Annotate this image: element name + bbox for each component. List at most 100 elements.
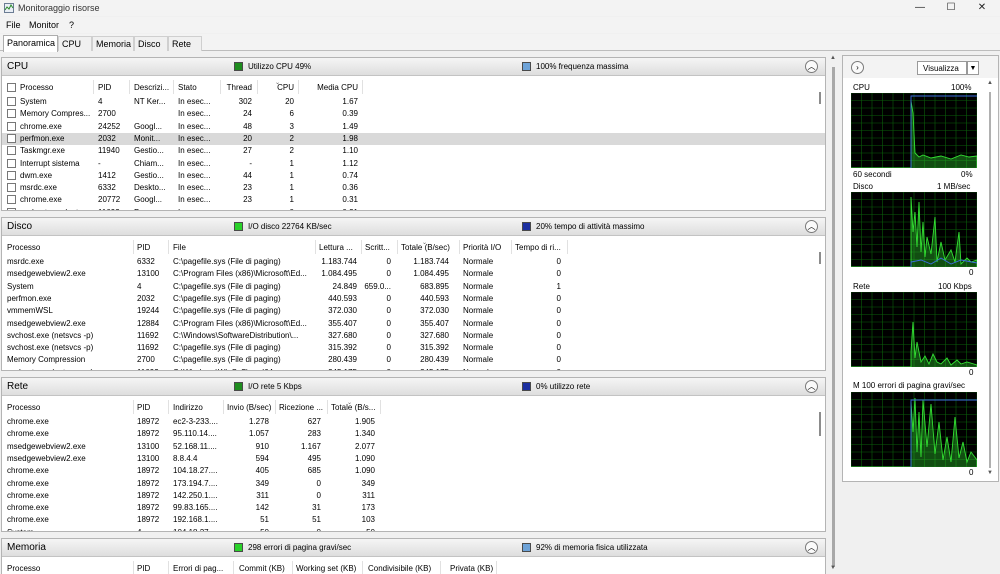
network-section-header[interactable]: Rete I/O rete 5 Kbps 0% utilizzo rete ︿	[2, 378, 825, 396]
network-row[interactable]: chrome.exe 18972 104.18.27.... 405 685 1.090	[2, 465, 825, 477]
row-checkbox[interactable]	[7, 195, 16, 205]
row-checkbox[interactable]	[7, 170, 16, 180]
network-row[interactable]: msedgewebview2.exe 13100 8.8.4.4 594 495 1.09…	[2, 453, 825, 465]
process-row[interactable]: Memory Compres... 2700 In esec... 24 6 0.39	[2, 108, 825, 120]
disk-row[interactable]: perfmon.exe 2032 C:\pagefile.sys (File di …	[2, 293, 825, 305]
network-row[interactable]: System4104.18.27....50050	[2, 527, 825, 531]
process-row[interactable]: perfmon.exe 2032 Monit... In esec... 20 2 1.98	[2, 132, 825, 145]
tab-disco[interactable]: Disco	[134, 36, 168, 51]
disk-scrollbar[interactable]	[819, 252, 821, 264]
process-row[interactable]: chrome.exe 20772 Googl... In esec... 23 1 0.31	[2, 194, 825, 206]
network-row[interactable]: chrome.exe 18972 142.250.1.... 311 0 311	[2, 490, 825, 502]
process-row[interactable]: svchost.exe (netsvcs -p) 11692 Proce... In …	[2, 207, 825, 210]
process-row[interactable]: System 4 NT Ker... In esec... 302 20 1.67	[2, 96, 825, 108]
tab-memoria[interactable]: Memoria	[92, 36, 134, 51]
col-totale[interactable]: Totale (B/sec)	[401, 243, 457, 255]
chevron-down-icon[interactable]: ▼	[967, 61, 979, 75]
col-processo[interactable]: Processo	[7, 564, 127, 574]
collapse-network-icon[interactable]: ︿	[805, 380, 818, 393]
disk-row[interactable]: Memory Compression 2700 C:\pagefile.sys (F…	[2, 354, 825, 366]
row-checkbox[interactable]	[7, 183, 16, 193]
menu-monitor[interactable]: Monitor	[29, 20, 59, 30]
disk-row[interactable]: vmmemWSL 19244 C:\pagefile.sys (File di pa…	[2, 305, 825, 317]
disk-row[interactable]: msedgewebview2.exe 12884 C:\Program Files …	[2, 318, 825, 330]
process-row[interactable]: dwm.exe 1412 Gestio... In esec... 44 1 0.74	[2, 170, 825, 182]
network-row[interactable]: msedgewebview2.exe 13100 52.168.11.... 910 1…	[2, 441, 825, 453]
col-lettura[interactable]: Lettura ...	[319, 243, 359, 255]
scroll-down-arrow-icon[interactable]: ▼	[830, 565, 836, 571]
disk-row[interactable]: msrdc.exe 6332 C:\pagefile.sys (File di pa…	[2, 256, 825, 268]
col-stato[interactable]: Stato	[178, 83, 218, 95]
minimize-button[interactable]: —	[905, 0, 935, 16]
disk-row[interactable]: svchost.exe (netsvcs -p) 11692 C:\Windows\…	[2, 330, 825, 342]
scroll-up-arrow-icon[interactable]: ▲	[987, 80, 993, 86]
col-pid[interactable]: PID	[137, 243, 167, 255]
row-checkbox[interactable]	[7, 158, 16, 168]
collapse-cpu-icon[interactable]: ︿	[805, 60, 818, 73]
network-row[interactable]: chrome.exe 18972 ec2-3-233.... 1.278 627 1.90…	[2, 416, 825, 428]
select-all-checkbox[interactable]	[7, 83, 16, 92]
network-row[interactable]: chrome.exe 18972 95.110.14.... 1.057 283 1.34…	[2, 428, 825, 440]
disk-section-header[interactable]: Disco I/O disco 22764 KB/sec 20% tempo d…	[2, 218, 825, 236]
main-scroll-thumb[interactable]	[832, 67, 835, 567]
scroll-up-arrow-icon[interactable]: ▲	[830, 55, 836, 61]
network-row[interactable]: chrome.exe 18972 173.194.7.... 349 0 349	[2, 478, 825, 490]
network-row[interactable]: chrome.exe 18972 192.168.1.... 51 51 103	[2, 514, 825, 526]
process-row[interactable]: chrome.exe 24252 Googl... In esec... 48 3 1.49	[2, 121, 825, 133]
disk-row[interactable]: System 4 C:\pagefile.sys (File di paging) 2…	[2, 281, 825, 293]
scroll-down-arrow-icon[interactable]: ▼	[987, 470, 993, 476]
tab-rete[interactable]: Rete	[168, 36, 202, 51]
col-pid[interactable]: PID	[137, 564, 167, 574]
process-row[interactable]: msrdc.exe 6332 Deskto... In esec... 23 1 0.36	[2, 182, 825, 194]
memory-section-header[interactable]: Memoria 298 errori di pagina gravi/sec 9…	[2, 539, 825, 557]
row-checkbox[interactable]	[7, 109, 16, 119]
col-processo[interactable]: Processo	[7, 243, 127, 255]
col-totale[interactable]: Totale (B/s...	[331, 403, 379, 415]
col-pid[interactable]: PID	[137, 403, 167, 415]
chevron-right-icon[interactable]: ›	[851, 61, 864, 74]
close-button[interactable]: ✕	[967, 0, 997, 16]
collapse-memory-icon[interactable]: ︿	[805, 541, 818, 554]
row-checkbox[interactable]	[7, 207, 16, 210]
maximize-button[interactable]: ☐	[936, 0, 966, 16]
col-tempo-risposta[interactable]: Tempo di ri...	[515, 243, 565, 255]
disk-row[interactable]: svchost.exe (netsvcs -p) 11692 C:\Windows\…	[2, 367, 825, 370]
col-scrittura[interactable]: Scritt...	[365, 243, 395, 255]
row-checkbox[interactable]	[7, 146, 16, 156]
col-indirizzo[interactable]: Indirizzo	[173, 403, 223, 415]
tab-panoramica[interactable]: Panoramica	[3, 35, 58, 52]
col-cpu[interactable]: CPU	[260, 83, 294, 95]
col-pid[interactable]: PID	[98, 83, 128, 95]
process-row[interactable]: Taskmgr.exe 11940 Gestio... In esec... 27 2 1.…	[2, 145, 825, 157]
col-priorita-io[interactable]: Priorità I/O	[463, 243, 509, 255]
col-errori-pagina[interactable]: Errori di pag...	[173, 564, 231, 574]
disk-row[interactable]: msedgewebview2.exe 13100 C:\Program Files …	[2, 268, 825, 280]
col-commit[interactable]: Commit (KB)	[239, 564, 291, 574]
col-working-set[interactable]: Working set (KB)	[296, 564, 360, 574]
col-invio[interactable]: Invio (B/sec)	[227, 403, 273, 415]
network-scrollbar[interactable]	[819, 412, 821, 436]
row-checkbox[interactable]	[7, 121, 16, 131]
graphs-scroll-thumb[interactable]	[989, 92, 991, 468]
col-ricezione[interactable]: Ricezione ...	[279, 403, 325, 415]
menu-help[interactable]: ?	[69, 20, 74, 30]
main-scrollbar[interactable]: ▲ ▼	[828, 55, 838, 574]
menu-file[interactable]: File	[6, 20, 21, 30]
tab-cpu[interactable]: CPU	[58, 36, 92, 51]
col-processo[interactable]: Processo	[20, 83, 90, 95]
col-privata[interactable]: Privata (KB)	[450, 564, 496, 574]
col-media-cpu[interactable]: Media CPU	[302, 83, 358, 95]
col-processo[interactable]: Processo	[7, 403, 127, 415]
disk-row[interactable]: svchost.exe (netsvcs -p) 11692 C:\pagefile…	[2, 342, 825, 354]
col-condivisibile[interactable]: Condivisibile (KB)	[368, 564, 438, 574]
network-row[interactable]: chrome.exe 18972 99.83.165.... 142 31 173	[2, 502, 825, 514]
view-dropdown[interactable]: Visualizza	[917, 61, 967, 75]
collapse-disk-icon[interactable]: ︿	[805, 220, 818, 233]
row-checkbox[interactable]	[7, 97, 16, 106]
col-file[interactable]: File	[173, 243, 313, 255]
cpu-scrollbar[interactable]	[819, 92, 821, 104]
graphs-scrollbar[interactable]: ▲ ▼	[982, 80, 996, 480]
col-descrizione[interactable]: Descrizi...	[134, 83, 172, 95]
col-thread[interactable]: Thread	[220, 83, 252, 95]
cpu-section-header[interactable]: CPU Utilizzo CPU 49% 100% frequenza mass…	[2, 58, 825, 76]
